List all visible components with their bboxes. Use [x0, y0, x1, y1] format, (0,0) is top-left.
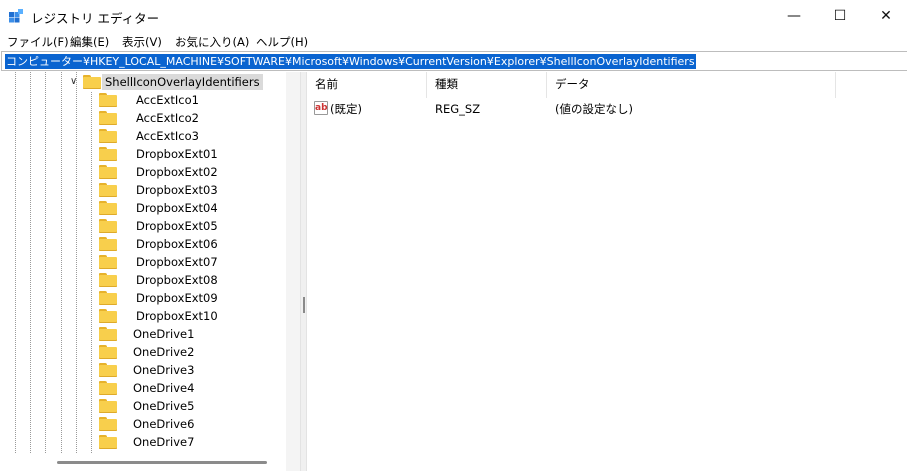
- close-button[interactable]: ✕: [863, 0, 909, 31]
- tree-node-label[interactable]: OneDrive6: [133, 415, 194, 433]
- tree-node-label[interactable]: AccExtIco2: [136, 109, 199, 127]
- menu-view[interactable]: 表示(V): [122, 34, 162, 50]
- title-bar: レジストリ エディター — ☐ ✕: [0, 0, 910, 31]
- window-title: レジストリ エディター: [31, 11, 160, 26]
- menu-bar: ファイル(F) 編集(E) 表示(V) お気に入り(A) ヘルプ(H): [0, 31, 910, 51]
- pane-splitter[interactable]: [300, 72, 307, 471]
- tree-guide-line: [15, 72, 16, 453]
- minimize-button[interactable]: —: [771, 0, 817, 31]
- tree-node-label[interactable]: OneDrive2: [133, 343, 194, 361]
- tree-node-label[interactable]: DropboxExt06: [136, 235, 218, 253]
- tree-node-label[interactable]: OneDrive4: [133, 379, 194, 397]
- splitter-grip[interactable]: [303, 297, 305, 313]
- folder-icon: [99, 237, 117, 251]
- menu-edit[interactable]: 編集(E): [70, 34, 109, 50]
- folder-icon: [99, 183, 117, 197]
- value-data[interactable]: (値の設定なし): [555, 100, 633, 118]
- tree-node-selected[interactable]: ∨ ShellIconOverlayIdentifiers: [70, 73, 263, 91]
- address-bar[interactable]: コンピューター¥HKEY_LOCAL_MACHINE¥SOFTWARE¥Micr…: [1, 51, 908, 71]
- tree-node-label[interactable]: OneDrive5: [133, 397, 194, 415]
- folder-icon: [99, 219, 117, 233]
- tree-guide-line: [30, 72, 31, 453]
- value-name[interactable]: (既定): [330, 100, 362, 118]
- folder-icon: [99, 291, 117, 305]
- tree-node-label[interactable]: DropboxExt03: [136, 181, 218, 199]
- tree-node-label[interactable]: ShellIconOverlayIdentifiers: [102, 74, 263, 90]
- folder-icon: [99, 165, 117, 179]
- tree-pane[interactable]: ∨ ShellIconOverlayIdentifiers AccExtIco1…: [0, 72, 300, 471]
- menu-help[interactable]: ヘルプ(H): [256, 34, 308, 50]
- folder-icon: [99, 201, 117, 215]
- folder-icon: [99, 417, 117, 431]
- folder-icon: [99, 381, 117, 395]
- tree-horizontal-scrollbar[interactable]: [0, 453, 286, 471]
- tree-node-label[interactable]: DropboxExt04: [136, 199, 218, 217]
- tree-node-label[interactable]: DropboxExt07: [136, 253, 218, 271]
- menu-favorites[interactable]: お気に入り(A): [175, 34, 249, 50]
- chevron-down-icon[interactable]: ∨: [70, 73, 77, 91]
- address-path[interactable]: コンピューター¥HKEY_LOCAL_MACHINE¥SOFTWARE¥Micr…: [5, 54, 696, 69]
- folder-icon: [99, 345, 117, 359]
- folder-icon: [99, 255, 117, 269]
- tree-node-label[interactable]: DropboxExt05: [136, 217, 218, 235]
- tree-node-label[interactable]: OneDrive3: [133, 361, 194, 379]
- folder-icon: [99, 363, 117, 377]
- tree-node-label[interactable]: AccExtIco1: [136, 91, 199, 109]
- tree-node-label[interactable]: DropboxExt09: [136, 289, 218, 307]
- folder-icon: [99, 309, 117, 323]
- values-list-pane[interactable]: 名前 種類 データ ab (既定) REG_SZ (値の設定なし): [307, 72, 910, 471]
- registry-editor-icon: [9, 9, 23, 23]
- folder-icon: [99, 111, 117, 125]
- tree-node-label[interactable]: DropboxExt08: [136, 271, 218, 289]
- value-type[interactable]: REG_SZ: [435, 100, 480, 118]
- tree-node-label[interactable]: DropboxExt10: [136, 307, 218, 325]
- tree-guide-line: [91, 92, 92, 453]
- tree-node-label[interactable]: OneDrive7: [133, 433, 194, 451]
- column-header-type[interactable]: 種類: [427, 72, 547, 98]
- folder-icon: [99, 147, 117, 161]
- column-header-data[interactable]: データ: [547, 72, 836, 98]
- tree-node-label[interactable]: DropboxExt02: [136, 163, 218, 181]
- tree-guide-line: [61, 72, 62, 453]
- column-header-name[interactable]: 名前: [307, 72, 427, 98]
- menu-file[interactable]: ファイル(F): [7, 34, 69, 50]
- scrollbar-thumb[interactable]: [57, 461, 267, 464]
- tree-node-label[interactable]: OneDrive1: [133, 325, 194, 343]
- string-value-icon: ab: [314, 101, 328, 115]
- folder-icon: [99, 435, 117, 449]
- maximize-button[interactable]: ☐: [817, 0, 863, 31]
- tree-node-label[interactable]: DropboxExt01: [136, 145, 218, 163]
- folder-icon: [99, 399, 117, 413]
- folder-icon: [83, 75, 101, 89]
- tree-node-label[interactable]: AccExtIco3: [136, 127, 199, 145]
- tree-vertical-scrollbar[interactable]: [286, 72, 300, 471]
- folder-icon: [99, 129, 117, 143]
- tree-guide-line: [45, 72, 46, 453]
- folder-icon: [99, 93, 117, 107]
- tree-guide-line: [76, 72, 77, 453]
- folder-icon: [99, 273, 117, 287]
- folder-icon: [99, 327, 117, 341]
